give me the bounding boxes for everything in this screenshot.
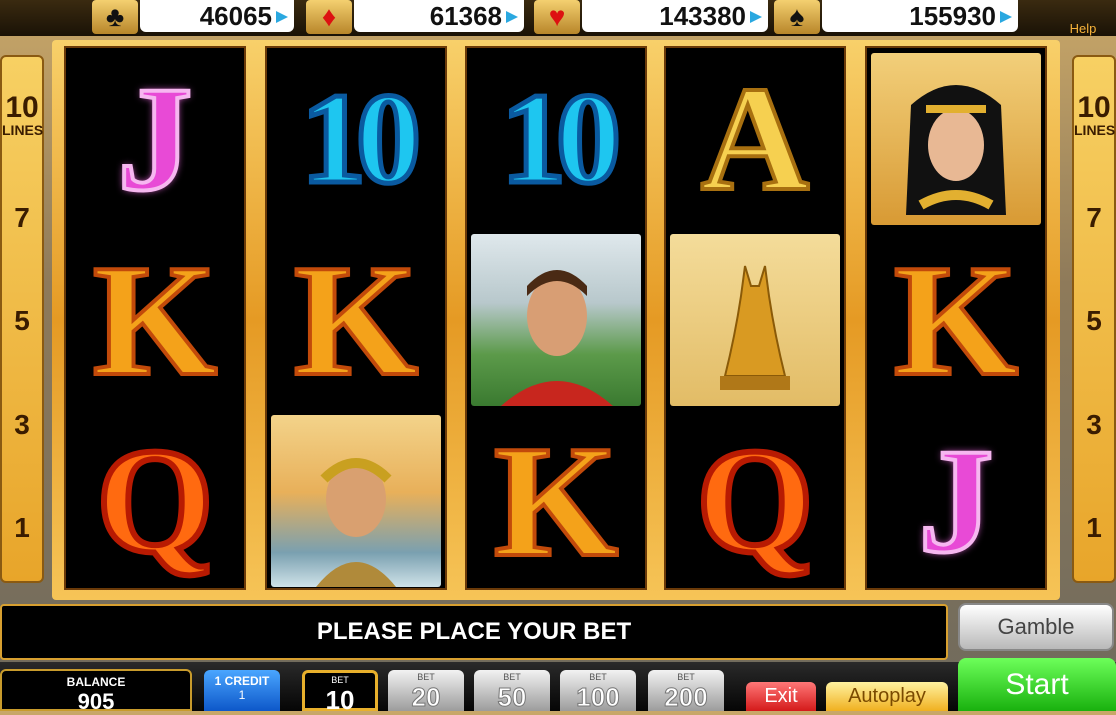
gamble-button[interactable]: Gamble [958,603,1114,651]
diamond-icon: ♦ [306,0,352,34]
bastet-cat-icon [720,265,790,390]
bet-label: BET [677,672,695,682]
symbol-roman-warrior [467,229,645,410]
credit-label: 1 CREDIT [214,674,270,688]
gamble-label: Gamble [997,614,1075,639]
bet-value: 100 [576,682,620,713]
jackpot-diamond-value: 61368 [354,0,524,32]
bet-20-button[interactable]: BET 20 [388,670,464,713]
symbol-10: 10 [499,66,624,211]
exit-label: Exit [764,685,798,707]
symbol-q: Q [694,417,817,584]
bet-label: BET [503,672,521,682]
lines-count: 10 [5,91,39,124]
reel-3: 10 K [465,46,647,590]
bet-50-button[interactable]: BET 50 [474,670,550,713]
bet-100-button[interactable]: BET 100 [560,670,636,713]
symbol-k: K [292,230,420,409]
club-icon: ♣ [92,0,138,34]
jackpot-club-value: 46065 [140,0,294,32]
start-label: Start [1005,667,1069,701]
symbol-k: K [492,411,620,590]
symbol-a: A [699,55,811,222]
symbol-k: K [892,230,1020,409]
reel-5: K J [865,46,1047,590]
symbol-cleopatra [867,48,1045,229]
symbol-cat-statue [666,229,844,410]
lines-count: 10 [1077,91,1111,124]
heart-icon: ♥ [534,0,580,34]
right-lines-panel: 10 LINES 7 5 3 1 [1072,55,1116,583]
help-label: Help [1069,21,1097,36]
exit-button[interactable]: Exit [746,682,816,711]
autoplay-label: Autoplay [848,685,926,707]
jackpot-heart-value: 143380 [582,0,768,32]
caesar-portrait-icon [316,457,396,587]
symbol-caesar [267,410,445,591]
warrior-portrait-icon [501,269,613,406]
line-marker-7[interactable]: 7 [2,202,42,234]
symbol-j: J [917,417,996,584]
credit-button[interactable]: 1 CREDIT 1 [204,670,280,711]
line-marker-3[interactable]: 3 [2,409,42,441]
spade-icon: ♠ [774,0,820,34]
line-marker-7[interactable]: 7 [1074,202,1114,234]
jackpot-spade-value: 155930 [822,0,1018,32]
bet-label: BET [417,672,435,682]
symbol-k: K [91,230,219,409]
symbol-j: J [116,55,195,222]
lines-label: LINES [2,122,44,138]
autoplay-button[interactable]: Autoplay [826,682,948,711]
line-marker-1[interactable]: 1 [1074,512,1114,544]
line-marker-3[interactable]: 3 [1074,409,1114,441]
credit-value: 1 [238,688,246,702]
balance-label: BALANCE [66,675,126,689]
line-marker-5[interactable]: 5 [1074,305,1114,337]
start-button[interactable]: Start [958,658,1116,711]
bet-value: 20 [411,682,441,713]
bet-value: 200 [664,682,708,713]
lines-label: LINES [1074,122,1116,138]
symbol-10: 10 [299,66,424,211]
help-button[interactable]: Help [1050,0,1116,36]
bet-200-button[interactable]: BET 200 [648,670,724,713]
balance-value: 905 [77,689,115,714]
balance-display: BALANCE 905 [0,669,192,714]
bet-value: 50 [497,682,527,713]
reel-2: 10 K [265,46,447,590]
line-marker-1[interactable]: 1 [2,512,42,544]
status-message-text: PLEASE PLACE YOUR BET [316,618,632,645]
left-lines-panel: 10 LINES 7 5 3 1 [0,55,44,583]
line-marker-5[interactable]: 5 [2,305,42,337]
bet-10-button[interactable]: BET 10 [302,670,378,715]
symbol-q: Q [94,417,217,584]
reel-4: A Q [664,46,846,590]
bet-label: BET [589,672,607,682]
cleopatra-portrait-icon [906,84,1006,215]
reel-1: J K Q [64,46,246,590]
bet-label: BET [331,675,349,685]
status-message: PLEASE PLACE YOUR BET [0,604,948,660]
